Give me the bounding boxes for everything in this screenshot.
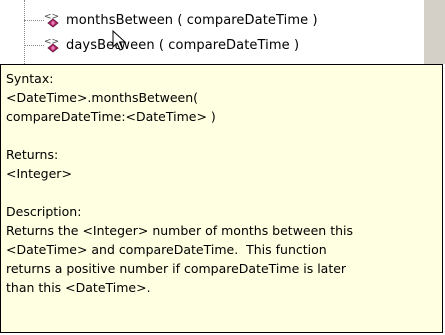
method-documentation-tooltip: Syntax: <DateTime>.monthsBetween( compar…	[0, 64, 443, 333]
tree-item-months-between[interactable]: <> monthsBetween ( compareDateTime )	[44, 10, 318, 30]
tree-branch-line	[24, 20, 44, 21]
description-heading: Description:	[6, 204, 82, 219]
mouse-pointer-icon	[112, 29, 127, 56]
tree-item-days-between[interactable]: <> daysBetween ( compareDateTime )	[44, 35, 299, 55]
description-line: than this <DateTime>.	[6, 280, 151, 295]
description-line: <DateTime> and compareDateTime. This fun…	[6, 242, 327, 257]
tree-item-label: daysBetween ( compareDateTime )	[66, 37, 300, 53]
description-line: Returns the <Integer> number of months b…	[6, 223, 354, 238]
vertical-scrollbar[interactable]	[423, 0, 445, 64]
returns-value: <Integer>	[6, 166, 72, 181]
syntax-line: <DateTime>.monthsBetween(	[6, 90, 199, 105]
syntax-line: compareDateTime:<DateTime> )	[6, 109, 216, 124]
method-icon: <>	[44, 36, 62, 54]
method-icon: <>	[44, 11, 62, 29]
syntax-heading: Syntax:	[6, 71, 54, 86]
tree-item-label: monthsBetween ( compareDateTime )	[66, 12, 318, 28]
method-tree: <> monthsBetween ( compareDateTime ) <> …	[0, 0, 445, 64]
tree-connector-line	[24, 0, 25, 64]
tree-branch-line	[24, 45, 44, 46]
description-line: returns a positive number if compareDate…	[6, 261, 347, 276]
returns-heading: Returns:	[6, 147, 59, 162]
